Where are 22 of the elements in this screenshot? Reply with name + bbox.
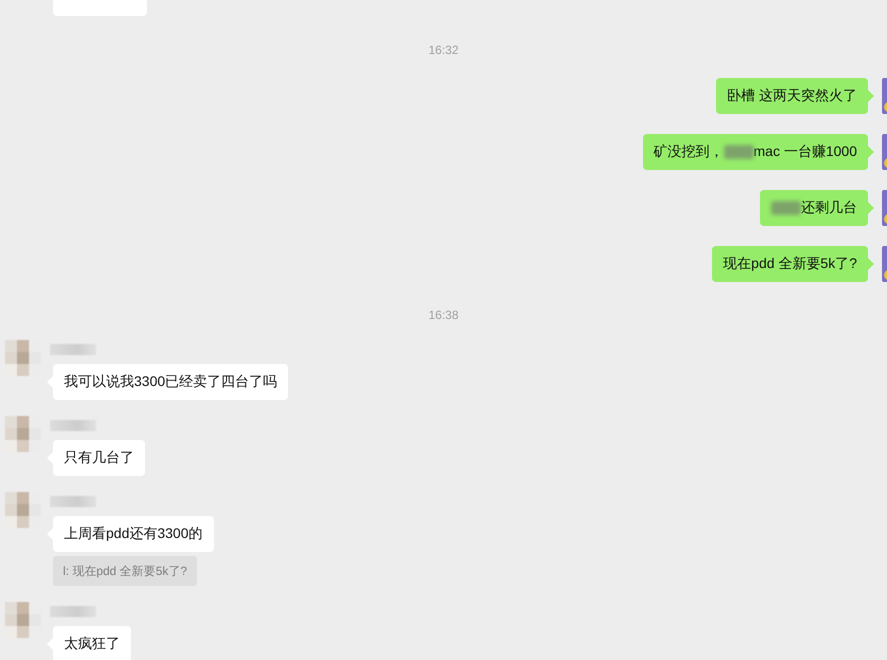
message-text: 还剩几台 (801, 199, 857, 217)
redacted-name (50, 344, 96, 355)
message-text: 上周看pdd还有3300的 (64, 525, 203, 543)
avatar-placeholder (5, 492, 41, 528)
avatar-placeholder (5, 416, 41, 452)
message-text: mac 一台赚1000 (754, 143, 857, 161)
redacted-blur (724, 145, 754, 159)
quoted-message: l: 现在pdd 全新要5k了? (53, 556, 198, 586)
timestamp: 16:38 (428, 308, 459, 322)
message-text: 太疯狂了 (64, 635, 120, 653)
message-text: 矿没挖到， (654, 143, 724, 161)
timestamp: 16:32 (428, 43, 459, 57)
redacted-name (50, 606, 96, 617)
message-text: 卧槽 这两天突然火了 (727, 87, 857, 105)
message-text: 我可以说我3300已经卖了四台了吗 (64, 373, 278, 391)
redacted-name (50, 420, 96, 431)
message-text: 只有几台了 (64, 449, 134, 467)
redacted-blur (771, 201, 801, 215)
message-text: 现在pdd 全新要5k了? (723, 255, 857, 273)
avatar-placeholder (5, 602, 41, 638)
redacted-name (50, 496, 96, 507)
avatar-placeholder (5, 340, 41, 376)
